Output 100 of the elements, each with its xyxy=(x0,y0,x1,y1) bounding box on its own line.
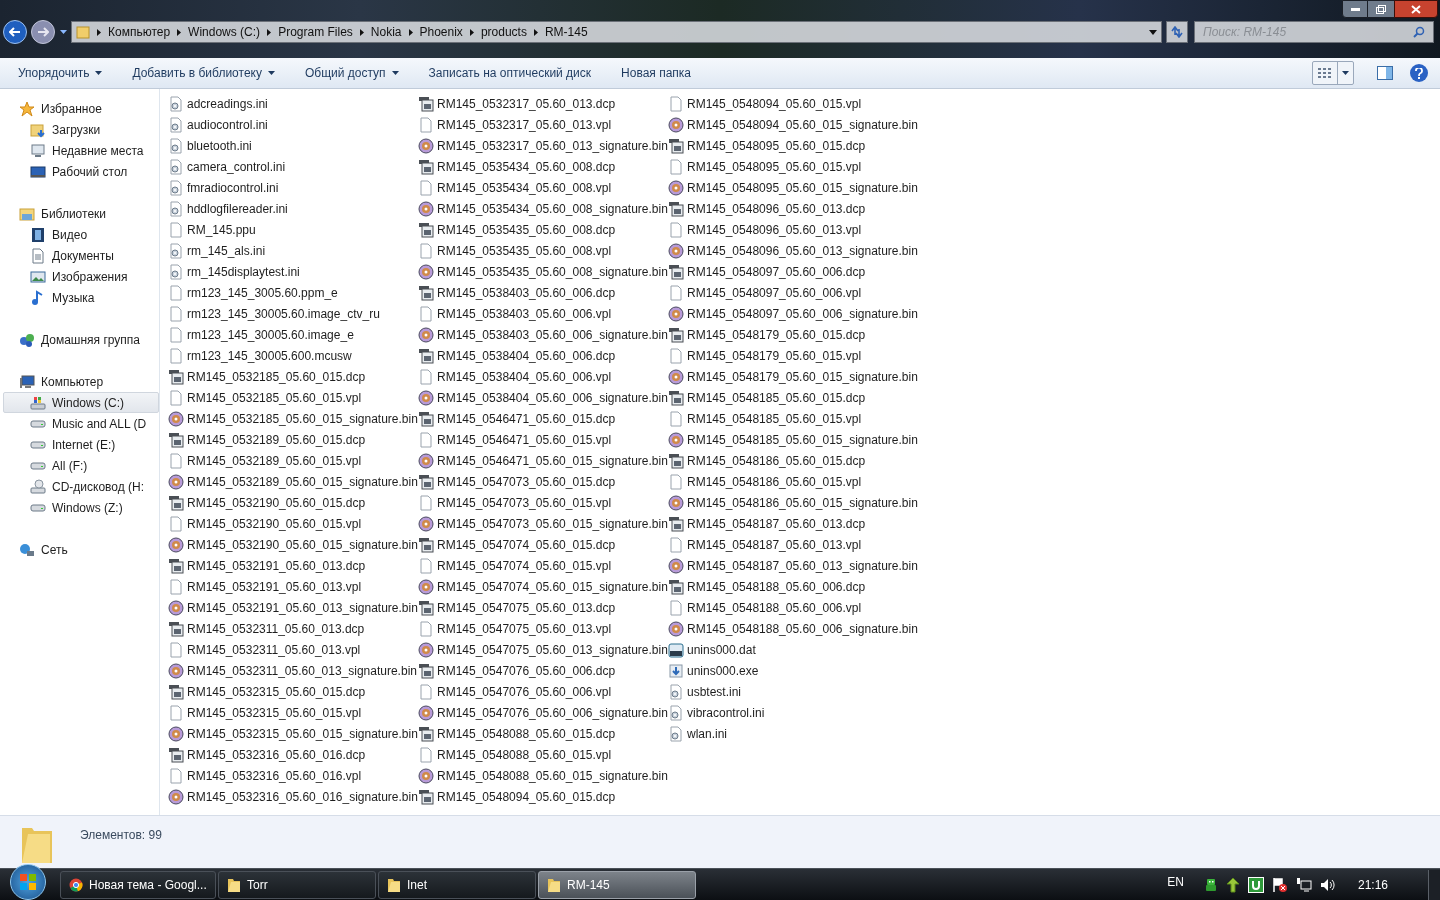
file-item[interactable]: RM145_0548185_05.60_015.vpl xyxy=(668,408,918,429)
upload-arrow-icon[interactable] xyxy=(1225,876,1240,893)
file-item[interactable]: RM145_0535434_05.60_008_signature.bin xyxy=(418,198,668,219)
network-icon[interactable] xyxy=(1295,876,1312,893)
file-item[interactable]: RM145_0548096_05.60_013_signature.bin xyxy=(668,240,918,261)
nav-item[interactable]: Изображения xyxy=(3,266,159,287)
taskbar-button[interactable]: Новая тема - Googl... xyxy=(60,870,216,899)
file-item[interactable]: RM145_0548097_05.60_006.vpl xyxy=(668,282,918,303)
file-item[interactable]: RM145_0547073_05.60_015.vpl xyxy=(418,492,668,513)
file-item[interactable]: RM145_0538404_05.60_006.dcp xyxy=(418,345,668,366)
close-button[interactable] xyxy=(1394,0,1438,18)
file-item[interactable]: RM145_0547074_05.60_015.vpl xyxy=(418,555,668,576)
file-item[interactable]: adcreadings.ini xyxy=(168,93,418,114)
file-item[interactable]: RM145_0532185_05.60_015.dcp xyxy=(168,366,418,387)
file-item[interactable]: RM145_0548179_05.60_015_signature.bin xyxy=(668,366,918,387)
file-item[interactable]: RM145_0548095_05.60_015_signature.bin xyxy=(668,177,918,198)
minimize-button[interactable] xyxy=(1342,0,1368,18)
file-item[interactable]: RM145_0532317_05.60_013_signature.bin xyxy=(418,135,668,156)
file-item[interactable]: RM145_0548096_05.60_013.dcp xyxy=(668,198,918,219)
file-item[interactable]: RM_145.ppu xyxy=(168,219,418,240)
file-item[interactable]: RM145_0547073_05.60_015.dcp xyxy=(418,471,668,492)
file-item[interactable]: RM145_0532191_05.60_013_signature.bin xyxy=(168,597,418,618)
file-item[interactable]: RM145_0532316_05.60_016.dcp xyxy=(168,744,418,765)
nav-item[interactable]: CD-дисковод (H: xyxy=(3,476,159,497)
file-item[interactable]: RM145_0532190_05.60_015_signature.bin xyxy=(168,534,418,555)
file-item[interactable]: hddlogfilereader.ini xyxy=(168,198,418,219)
file-item[interactable]: RM145_0548088_05.60_015.dcp xyxy=(418,723,668,744)
file-item[interactable]: RM145_0548095_05.60_015.dcp xyxy=(668,135,918,156)
file-item[interactable]: RM145_0535435_05.60_008.vpl xyxy=(418,240,668,261)
file-item[interactable]: RM145_0532311_05.60_013.dcp xyxy=(168,618,418,639)
nav-group-header[interactable]: Сеть xyxy=(3,539,159,560)
refresh-button[interactable] xyxy=(1166,21,1188,43)
breadcrumb[interactable]: products xyxy=(480,23,527,41)
forward-button[interactable] xyxy=(31,20,55,44)
file-item[interactable]: RM145_0535435_05.60_008_signature.bin xyxy=(418,261,668,282)
file-item[interactable]: RM145_0532189_05.60_015.dcp xyxy=(168,429,418,450)
torrent-icon[interactable] xyxy=(1247,876,1264,893)
file-item[interactable]: camera_control.ini xyxy=(168,156,418,177)
file-item[interactable]: RM145_0532316_05.60_016.vpl xyxy=(168,765,418,786)
file-item[interactable]: RM145_0547075_05.60_013.vpl xyxy=(418,618,668,639)
file-item[interactable]: RM145_0532316_05.60_016_signature.bin xyxy=(168,786,418,807)
file-item[interactable]: RM145_0547076_05.60_006.vpl xyxy=(418,681,668,702)
file-item[interactable]: RM145_0532191_05.60_013.dcp xyxy=(168,555,418,576)
file-item[interactable]: RM145_0547074_05.60_015_signature.bin xyxy=(418,576,668,597)
file-item[interactable]: RM145_0548096_05.60_013.vpl xyxy=(668,219,918,240)
file-item[interactable]: RM145_0548094_05.60_015.vpl xyxy=(668,93,918,114)
file-item[interactable]: RM145_0548188_05.60_006.vpl xyxy=(668,597,918,618)
nav-item[interactable]: Видео xyxy=(3,224,159,245)
file-item[interactable]: audiocontrol.ini xyxy=(168,114,418,135)
nav-item[interactable]: Недавние места xyxy=(3,140,159,161)
file-item[interactable]: rm123_145_30005.60.image_ctv_ru xyxy=(168,303,418,324)
file-item[interactable]: rm_145_als.ini xyxy=(168,240,418,261)
nav-item[interactable]: All (F:) xyxy=(3,455,159,476)
nav-item[interactable]: Internet (E:) xyxy=(3,434,159,455)
file-item[interactable]: RM145_0532185_05.60_015.vpl xyxy=(168,387,418,408)
nav-item[interactable]: Music and ALL (D xyxy=(3,413,159,434)
file-item[interactable]: RM145_0547076_05.60_006_signature.bin xyxy=(418,702,668,723)
file-item[interactable]: RM145_0548097_05.60_006_signature.bin xyxy=(668,303,918,324)
file-item[interactable]: RM145_0532317_05.60_013.vpl xyxy=(418,114,668,135)
file-item[interactable]: RM145_0548186_05.60_015_signature.bin xyxy=(668,492,918,513)
taskbar-button[interactable]: Inet xyxy=(378,870,536,899)
file-item[interactable]: rm123_145_3005.60.ppm_e xyxy=(168,282,418,303)
action-center-flag-icon[interactable] xyxy=(1271,876,1288,893)
file-item[interactable]: RM145_0532189_05.60_015.vpl xyxy=(168,450,418,471)
file-item[interactable]: rm123_145_30005.60.image_e xyxy=(168,324,418,345)
nav-item[interactable]: Windows (C:) xyxy=(3,392,159,413)
breadcrumb[interactable]: Windows (C:) xyxy=(188,23,261,41)
toolbar-button[interactable]: Записать на оптический диск xyxy=(420,61,600,85)
file-item[interactable]: RM145_0548188_05.60_006_signature.bin xyxy=(668,618,918,639)
file-item[interactable]: RM145_0532315_05.60_015.dcp xyxy=(168,681,418,702)
nav-item[interactable]: Windows (Z:) xyxy=(3,497,159,518)
file-item[interactable]: fmradiocontrol.ini xyxy=(168,177,418,198)
file-item[interactable]: RM145_0547074_05.60_015.dcp xyxy=(418,534,668,555)
toolbar-button[interactable]: Добавить в библиотеку xyxy=(124,61,283,85)
file-item[interactable]: vibracontrol.ini xyxy=(668,702,918,723)
file-item[interactable]: RM145_0548186_05.60_015.dcp xyxy=(668,450,918,471)
file-item[interactable]: bluetooth.ini xyxy=(168,135,418,156)
file-item[interactable]: RM145_0548187_05.60_013.vpl xyxy=(668,534,918,555)
file-item[interactable]: RM145_0548179_05.60_015.vpl xyxy=(668,345,918,366)
file-item[interactable]: RM145_0535434_05.60_008.dcp xyxy=(418,156,668,177)
file-item[interactable]: rm123_145_30005.600.mcusw xyxy=(168,345,418,366)
start-button[interactable] xyxy=(10,863,46,900)
nav-item[interactable]: Документы xyxy=(3,245,159,266)
file-item[interactable]: RM145_0546471_05.60_015.vpl xyxy=(418,429,668,450)
toolbar-button[interactable]: Новая папка xyxy=(613,61,700,85)
file-item[interactable]: RM145_0532315_05.60_015_signature.bin xyxy=(168,723,418,744)
file-item[interactable]: wlan.ini xyxy=(668,723,918,744)
breadcrumb[interactable]: RM-145 xyxy=(544,23,588,41)
file-item[interactable]: RM145_0532191_05.60_013.vpl xyxy=(168,576,418,597)
file-item[interactable]: RM145_0538404_05.60_006_signature.bin xyxy=(418,387,668,408)
file-item[interactable]: RM145_0547073_05.60_015_signature.bin xyxy=(418,513,668,534)
show-desktop-button[interactable] xyxy=(1428,869,1440,900)
nav-item[interactable]: Загрузки xyxy=(3,119,159,140)
file-item[interactable]: RM145_0546471_05.60_015.dcp xyxy=(418,408,668,429)
view-button[interactable] xyxy=(1312,61,1354,85)
file-item[interactable]: RM145_0532190_05.60_015.vpl xyxy=(168,513,418,534)
address-bar[interactable]: Компьютер Windows (C:) Program Files Nokia Phoenix products RM-145 xyxy=(71,21,1162,43)
robot-icon[interactable] xyxy=(1203,876,1218,893)
file-item[interactable]: RM145_0538403_05.60_006_signature.bin xyxy=(418,324,668,345)
file-item[interactable]: RM145_0532311_05.60_013_signature.bin xyxy=(168,660,418,681)
